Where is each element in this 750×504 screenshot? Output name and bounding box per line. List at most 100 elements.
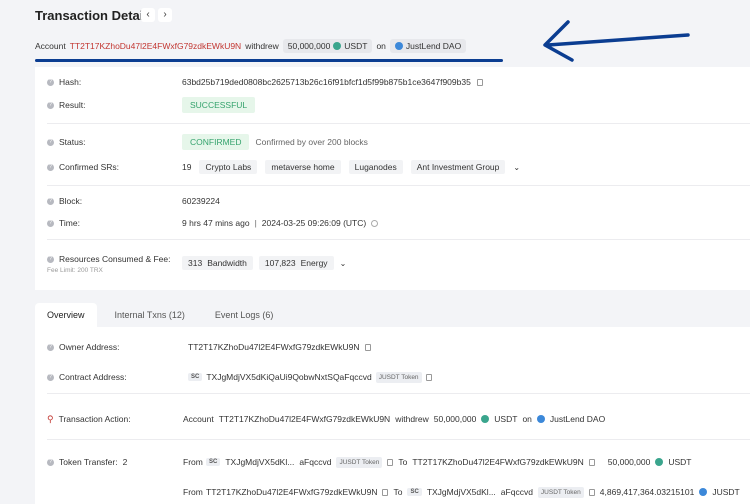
- time-label: ? Time:: [47, 218, 80, 228]
- action-address[interactable]: TT2T17KZhoDu47l2E4FWxfG79zdkEWkU9N: [219, 414, 390, 424]
- summary-account-label: Account: [35, 41, 66, 51]
- copy-icon[interactable]: [476, 78, 483, 86]
- help-icon: ?: [47, 458, 54, 466]
- transfer-token[interactable]: JUSDT: [712, 487, 739, 497]
- srs-label: ? Confirmed SRs:: [47, 162, 119, 172]
- clock-icon: [371, 219, 379, 227]
- next-transaction-button[interactable]: ›: [158, 8, 172, 22]
- copy-icon[interactable]: [425, 373, 432, 381]
- time-separator: |: [254, 218, 257, 228]
- smart-contract-icon: SC: [188, 373, 203, 381]
- summary-platform: JustLend DAO: [405, 41, 462, 51]
- time-ago: 9 hrs 47 mins ago: [182, 218, 250, 228]
- fee-limit: Fee Limit: 200 TRX: [47, 267, 103, 274]
- sr-chip[interactable]: metaverse home: [265, 160, 341, 174]
- block-value[interactable]: 60239224: [182, 196, 220, 206]
- hash-value[interactable]: 63bd25b719ded0808bc2625713b26c16f91bfcf1…: [182, 77, 483, 87]
- action-label: ⚲ Transaction Action:: [47, 413, 131, 425]
- details-panel: ? Hash: 63bd25b719ded0808bc2625713b26c16f…: [35, 67, 750, 290]
- usdt-icon: [481, 415, 490, 423]
- token-tag: JUSDT Token: [375, 371, 422, 383]
- help-icon: ?: [47, 219, 54, 227]
- transfer-from-address[interactable]: TT2T17KZhoDu47l2E4FWxfG79zdkEWkU9N: [206, 487, 377, 497]
- transfer-label: ? Token Transfer: 2: [47, 457, 127, 467]
- chevron-down-icon[interactable]: ⌄: [340, 259, 347, 268]
- energy-chip: 107,823 Energy: [258, 256, 334, 270]
- copy-icon[interactable]: [588, 488, 595, 496]
- help-icon: ?: [47, 78, 54, 86]
- copy-icon[interactable]: [588, 458, 595, 466]
- token-transfer-row: From TT2T17KZhoDu47l2E4FWxfG79zdkEWkU9N …: [183, 486, 740, 498]
- srs-count: 19: [182, 162, 192, 172]
- token-tag: JUSDT Token: [537, 486, 584, 498]
- help-icon: ?: [47, 138, 54, 146]
- annotation-underline: [35, 59, 503, 62]
- tab-overview[interactable]: Overview: [35, 303, 97, 327]
- action-amount: 50,000,000: [433, 414, 477, 424]
- action-verb: withdrew: [395, 414, 429, 424]
- copy-icon[interactable]: [382, 488, 389, 496]
- transfer-token[interactable]: USDT: [668, 457, 691, 467]
- result-badge: SUCCESSFUL: [182, 97, 256, 113]
- summary-account-link[interactable]: TT2T17KZhoDu47l2E4FWxfG79zdkEWkU9N: [70, 41, 241, 51]
- transfer-from-address[interactable]: TXJgMdjVX5dKl...: [225, 457, 294, 467]
- owner-address[interactable]: TT2T17KZhoDu47l2E4FWxfG79zdkEWkU9N: [188, 342, 359, 352]
- overview-panel: ? Owner Address: TT2T17KZhoDu47l2E4FWxfG7…: [35, 327, 750, 504]
- help-icon: ?: [47, 373, 54, 381]
- help-icon: ?: [47, 343, 54, 351]
- contract-address[interactable]: TXJgMdjVX5dKiQaUi9QobwNxtSQaFqccvd: [206, 372, 371, 382]
- location-pin-icon: ⚲: [47, 413, 54, 424]
- resources-label: ? Resources Consumed & Fee: Fee Limit: 20…: [47, 254, 171, 274]
- result-label: ? Result:: [47, 100, 85, 110]
- owner-label: ? Owner Address:: [47, 342, 119, 352]
- action-account-label: Account: [183, 414, 214, 424]
- time-absolute: 2024-03-25 09:26:09 (UTC): [261, 218, 367, 228]
- tab-internal-txns[interactable]: Internal Txns (12): [103, 303, 197, 327]
- block-label: ? Block:: [47, 196, 82, 206]
- copy-icon[interactable]: [387, 458, 394, 466]
- summary-action: withdrew: [245, 41, 279, 51]
- transfer-to-address[interactable]: TT2T17KZhoDu47l2E4FWxfG79zdkEWkU9N: [412, 457, 583, 467]
- sr-chip[interactable]: Crypto Labs: [199, 160, 258, 174]
- token-transfer-row: From SC TXJgMdjVX5dKl... aFqccvd JUSDT T…: [183, 456, 692, 468]
- help-icon: ?: [47, 163, 54, 171]
- smart-contract-icon: SC: [407, 488, 422, 496]
- chevron-down-icon[interactable]: ⌄: [513, 163, 520, 172]
- copy-icon[interactable]: [365, 343, 372, 351]
- help-icon: ?: [47, 197, 54, 205]
- jusdt-icon: [699, 488, 708, 496]
- transfer-amount: 4,869,417,364.03215101: [599, 487, 695, 497]
- annotation-arrow-icon: [543, 20, 690, 62]
- status-badge: CONFIRMED: [182, 134, 250, 150]
- summary-amount-pill: 50,000,000 USDT: [282, 39, 373, 53]
- summary-token[interactable]: USDT: [344, 41, 367, 51]
- status-label: ? Status:: [47, 137, 85, 147]
- usdt-icon: [655, 458, 664, 466]
- summary-on: on: [376, 41, 386, 51]
- page-title: Transaction Details: [35, 8, 155, 23]
- transfer-amount: 50,000,000: [607, 457, 651, 467]
- action-token[interactable]: USDT: [494, 414, 517, 424]
- transfer-to-address[interactable]: TXJgMdjVX5dKl...: [427, 487, 496, 497]
- summary-platform-pill[interactable]: JustLend DAO: [389, 39, 467, 53]
- sr-chip[interactable]: Luganodes: [348, 160, 403, 174]
- help-icon: ?: [47, 255, 54, 263]
- usdt-icon: [333, 42, 342, 50]
- action-platform[interactable]: JustLend DAO: [550, 414, 605, 424]
- smart-contract-icon: SC: [206, 458, 221, 466]
- sr-chip[interactable]: Ant Investment Group: [410, 160, 506, 174]
- tab-event-logs[interactable]: Event Logs (6): [203, 303, 286, 327]
- transaction-summary: Account TT2T17KZhoDu47l2E4FWxfG79zdkEWkU…: [35, 38, 467, 54]
- summary-amount: 50,000,000: [287, 41, 331, 51]
- help-icon: ?: [47, 101, 54, 109]
- justlend-icon: [536, 415, 545, 423]
- bandwidth-chip: 313 Bandwidth: [182, 256, 253, 270]
- tab-bar: Overview Internal Txns (12) Event Logs (…: [35, 301, 285, 327]
- justlend-icon: [394, 42, 403, 50]
- status-note: Confirmed by over 200 blocks: [255, 137, 368, 147]
- token-tag: JUSDT Token: [336, 456, 383, 468]
- prev-transaction-button[interactable]: ‹: [141, 8, 155, 22]
- contract-label: ? Contract Address:: [47, 372, 127, 382]
- hash-label: ? Hash:: [47, 77, 81, 87]
- action-on: on: [522, 414, 532, 424]
